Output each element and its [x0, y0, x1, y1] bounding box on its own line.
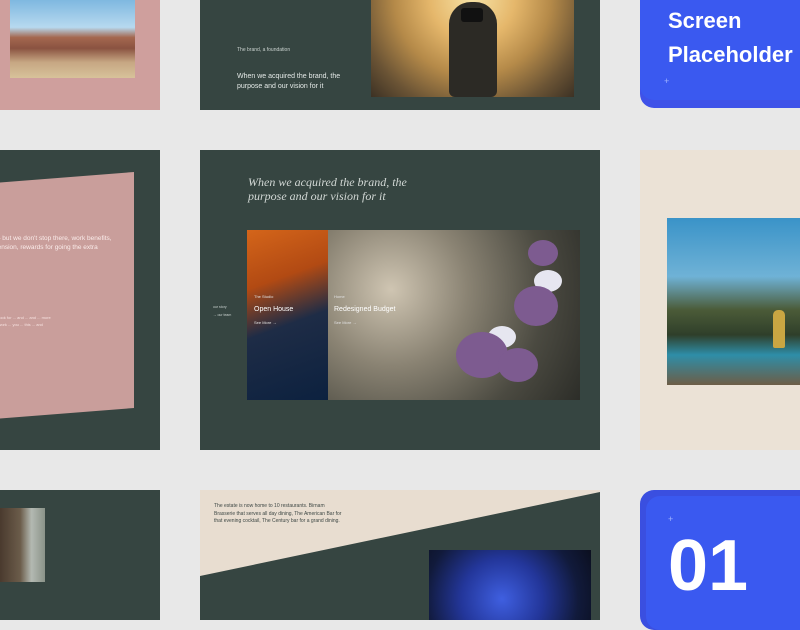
tile-eyebrow: The Studio — [254, 294, 274, 299]
flower-icon — [528, 240, 558, 266]
tile-title: Open House — [254, 306, 294, 313]
flower-icon — [514, 286, 558, 326]
eyebrow-label: The brand, a foundation — [237, 47, 291, 53]
small-paragraph: ... look for ... and ... and ... more ..… — [0, 315, 51, 327]
side-nav-story[interactable]: our story — [213, 305, 227, 309]
screen-placeholder-card: Screen Placeholder + — [640, 0, 800, 108]
estate-description: The estate is now home to 10 restaurants… — [214, 503, 342, 524]
tile-eyebrow: Home — [334, 294, 345, 299]
hiker-figure — [773, 310, 785, 348]
card-bottom-left — [0, 490, 160, 620]
hiker-lake-image — [667, 218, 800, 385]
pink-slanted-panel — [0, 172, 134, 420]
placeholder-title-line1: Screen — [668, 8, 742, 33]
card-top-left — [0, 0, 160, 110]
number-card: + 01 — [640, 490, 800, 630]
section-heading: When we acquired the brand, the purpose … — [248, 175, 407, 203]
tile-open-house[interactable]: The Studio Open House See More → — [247, 230, 328, 400]
sparkle-icon: + — [668, 514, 674, 524]
flower-icon — [498, 348, 538, 382]
card-middle-center: When we acquired the brand, the purpose … — [200, 150, 600, 450]
card-middle-left: — but we don't stop there, work benefits… — [0, 150, 160, 450]
tile-link[interactable]: See More → — [254, 320, 276, 325]
sparkle-icon: + — [664, 76, 670, 86]
camera-icon — [461, 8, 483, 22]
benefits-text: — but we don't stop there, work benefits… — [0, 235, 112, 251]
photographer-image — [371, 0, 574, 97]
tile-redesigned-budget[interactable]: Home Redesigned Budget See More → — [328, 230, 580, 400]
tile-link[interactable]: See More → — [334, 320, 356, 325]
number-card-inner: + 01 — [646, 496, 800, 630]
placeholder-inner: Screen Placeholder + — [640, 0, 800, 100]
forest-portrait-image — [0, 508, 45, 582]
desert-landscape-image — [10, 0, 135, 78]
placeholder-title-line2: Placeholder — [668, 42, 793, 67]
side-nav-team[interactable]: → our team — [213, 313, 231, 317]
card-middle-right — [640, 150, 800, 450]
jellyfish-image — [429, 550, 591, 620]
big-number: 01 — [668, 526, 749, 606]
intro-text: When we acquired the brand, the purpose … — [237, 73, 341, 90]
card-bottom-center: The estate is now home to 10 restaurants… — [200, 490, 600, 620]
tile-title: Redesigned Budget — [334, 306, 396, 313]
card-top-center: The brand, a foundation When we acquired… — [200, 0, 600, 110]
